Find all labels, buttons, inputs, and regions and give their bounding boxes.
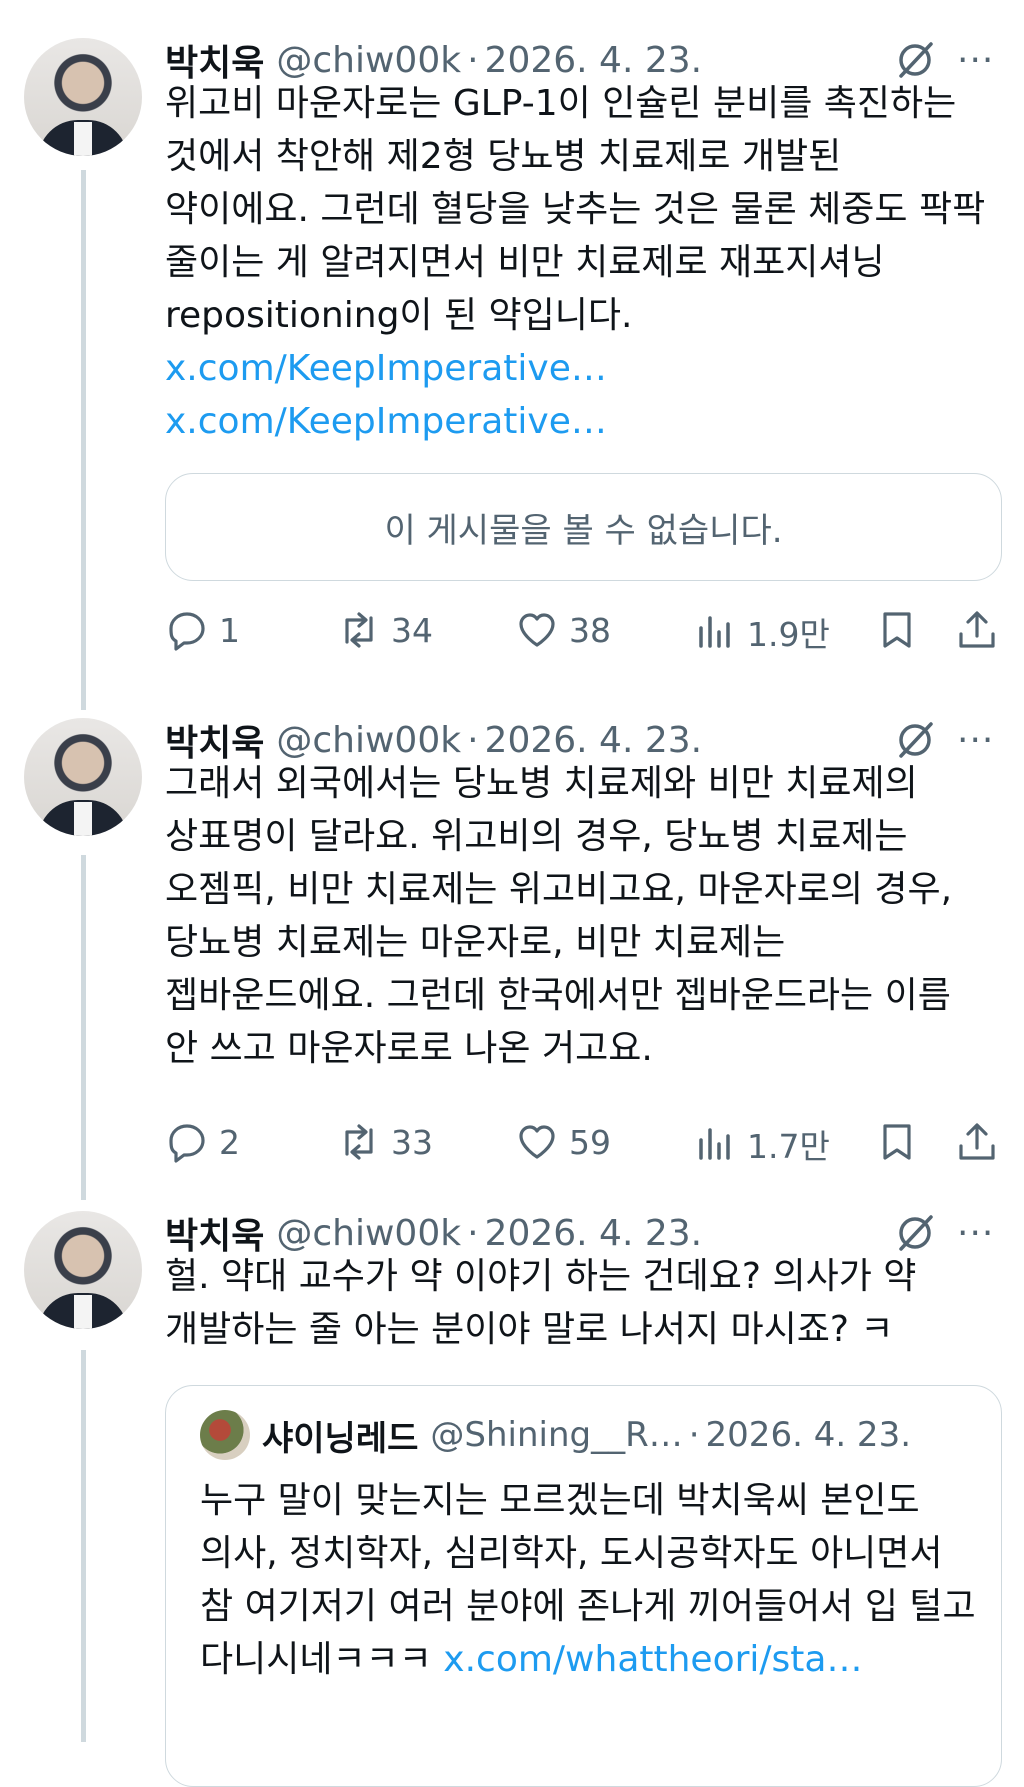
tweet[interactable]: 박치욱 @chiw00k · 2026. 4. 23. ··· 위고비 마운자로… bbox=[0, 32, 1024, 672]
bookmark-button[interactable] bbox=[875, 1120, 919, 1164]
quoted-tweet[interactable]: 샤이닝레드 @Shining__R… · 2026. 4. 23. 누구 말이 … bbox=[165, 1385, 1002, 1787]
bookmark-button[interactable] bbox=[875, 608, 919, 652]
grok-icon[interactable] bbox=[893, 718, 937, 762]
views-count: 1.9만 bbox=[747, 615, 830, 654]
tweet[interactable]: 박치욱 @chiw00k · 2026. 4. 23. ··· 헐. 약대 교수… bbox=[0, 1205, 1024, 1787]
quoted-tweet-header: 샤이닝레드 @Shining__R… · 2026. 4. 23. bbox=[200, 1410, 911, 1460]
share-button[interactable] bbox=[955, 608, 999, 652]
quoted-tweet-text: 누구 말이 맞는지는 모르겠는데 박치욱씨 본인도 의사, 정치학자, 심리학자… bbox=[200, 1474, 980, 1686]
share-icon bbox=[959, 1123, 995, 1160]
unavailable-post-text: 이 게시물을 볼 수 없습니다. bbox=[384, 510, 783, 551]
more-horizontal-icon[interactable]: ··· bbox=[957, 40, 994, 81]
views-button[interactable]: 1.9만 bbox=[693, 608, 830, 656]
retweet-button[interactable]: 34 bbox=[337, 608, 433, 652]
tweet-date[interactable]: 2026. 4. 23. bbox=[485, 720, 703, 761]
more-horizontal-icon[interactable]: ··· bbox=[957, 1213, 994, 1254]
quoted-tweet-link[interactable]: x.com/whattheori/sta… bbox=[443, 1639, 862, 1680]
quoted-author-handle[interactable]: @Shining__R… bbox=[430, 1415, 682, 1455]
grok-icon[interactable] bbox=[893, 38, 937, 82]
like-button[interactable]: 38 bbox=[515, 608, 611, 652]
separator: · bbox=[467, 39, 479, 81]
heart-icon bbox=[519, 1125, 555, 1159]
tweet-text-content: 위고비 마운자로는 GLP-1이 인슐린 분비를 촉진하는 것에서 착안해 제2… bbox=[165, 83, 986, 336]
reply-icon bbox=[169, 612, 205, 651]
bookmark-icon bbox=[883, 1124, 911, 1160]
retweet-count: 33 bbox=[391, 1122, 433, 1162]
share-icon bbox=[959, 611, 995, 648]
retweet-icon bbox=[345, 612, 373, 648]
tweet-actions: 2 33 59 1.7만 bbox=[165, 1120, 1010, 1170]
more-horizontal-icon[interactable]: ··· bbox=[957, 720, 994, 761]
views-button[interactable]: 1.7만 bbox=[693, 1120, 830, 1168]
views-icon bbox=[699, 1128, 730, 1160]
reply-button[interactable]: 2 bbox=[165, 1120, 240, 1164]
author-handle[interactable]: @chiw00k bbox=[276, 40, 461, 81]
reply-button[interactable]: 1 bbox=[165, 608, 240, 652]
share-button[interactable] bbox=[955, 1120, 999, 1164]
views-count: 1.7만 bbox=[747, 1127, 830, 1166]
tweet-actions: 1 34 38 1.9만 bbox=[165, 608, 1010, 658]
tweet-text: 헐. 약대 교수가 약 이야기 하는 건데요? 의사가 약 개발하는 줄 아는 … bbox=[165, 1256, 917, 1350]
author-handle[interactable]: @chiw00k bbox=[276, 1213, 461, 1254]
avatar[interactable] bbox=[24, 38, 142, 156]
separator: · bbox=[467, 1212, 479, 1254]
reply-icon bbox=[169, 1124, 205, 1163]
tweet-date[interactable]: 2026. 4. 23. bbox=[485, 40, 703, 81]
reply-count: 1 bbox=[219, 610, 240, 650]
avatar[interactable] bbox=[24, 718, 142, 836]
quoted-tweet-date[interactable]: 2026. 4. 23. bbox=[706, 1415, 911, 1455]
tweet-link[interactable]: x.com/KeepImperative… x.com/KeepImperati… bbox=[165, 348, 607, 442]
unavailable-post-card: 이 게시물을 볼 수 없습니다. bbox=[165, 473, 1002, 581]
reply-count: 2 bbox=[219, 1122, 240, 1162]
retweet-button[interactable]: 33 bbox=[337, 1120, 433, 1164]
like-count: 59 bbox=[569, 1122, 611, 1162]
quoted-author-name[interactable]: 샤이닝레드 bbox=[262, 1411, 418, 1460]
grok-icon[interactable] bbox=[893, 1211, 937, 1255]
avatar[interactable] bbox=[200, 1410, 250, 1460]
bookmark-icon bbox=[883, 612, 911, 648]
tweet[interactable]: 박치욱 @chiw00k · 2026. 4. 23. ··· 그래서 외국에서… bbox=[0, 712, 1024, 1166]
retweet-count: 34 bbox=[391, 610, 433, 650]
like-button[interactable]: 59 bbox=[515, 1120, 611, 1164]
avatar[interactable] bbox=[24, 1211, 142, 1329]
separator: · bbox=[467, 719, 479, 761]
author-handle[interactable]: @chiw00k bbox=[276, 720, 461, 761]
views-icon bbox=[699, 616, 730, 648]
tweet-text: 위고비 마운자로는 GLP-1이 인슐린 분비를 촉진하는 것에서 착안해 제2… bbox=[165, 77, 995, 448]
heart-icon bbox=[519, 613, 555, 647]
like-count: 38 bbox=[569, 610, 611, 650]
separator: · bbox=[688, 1415, 700, 1455]
tweet-text: 그래서 외국에서는 당뇨병 치료제와 비만 치료제의 상표명이 달라요. 위고비… bbox=[165, 763, 953, 1069]
retweet-icon bbox=[345, 1124, 373, 1160]
tweet-date[interactable]: 2026. 4. 23. bbox=[485, 1213, 703, 1254]
